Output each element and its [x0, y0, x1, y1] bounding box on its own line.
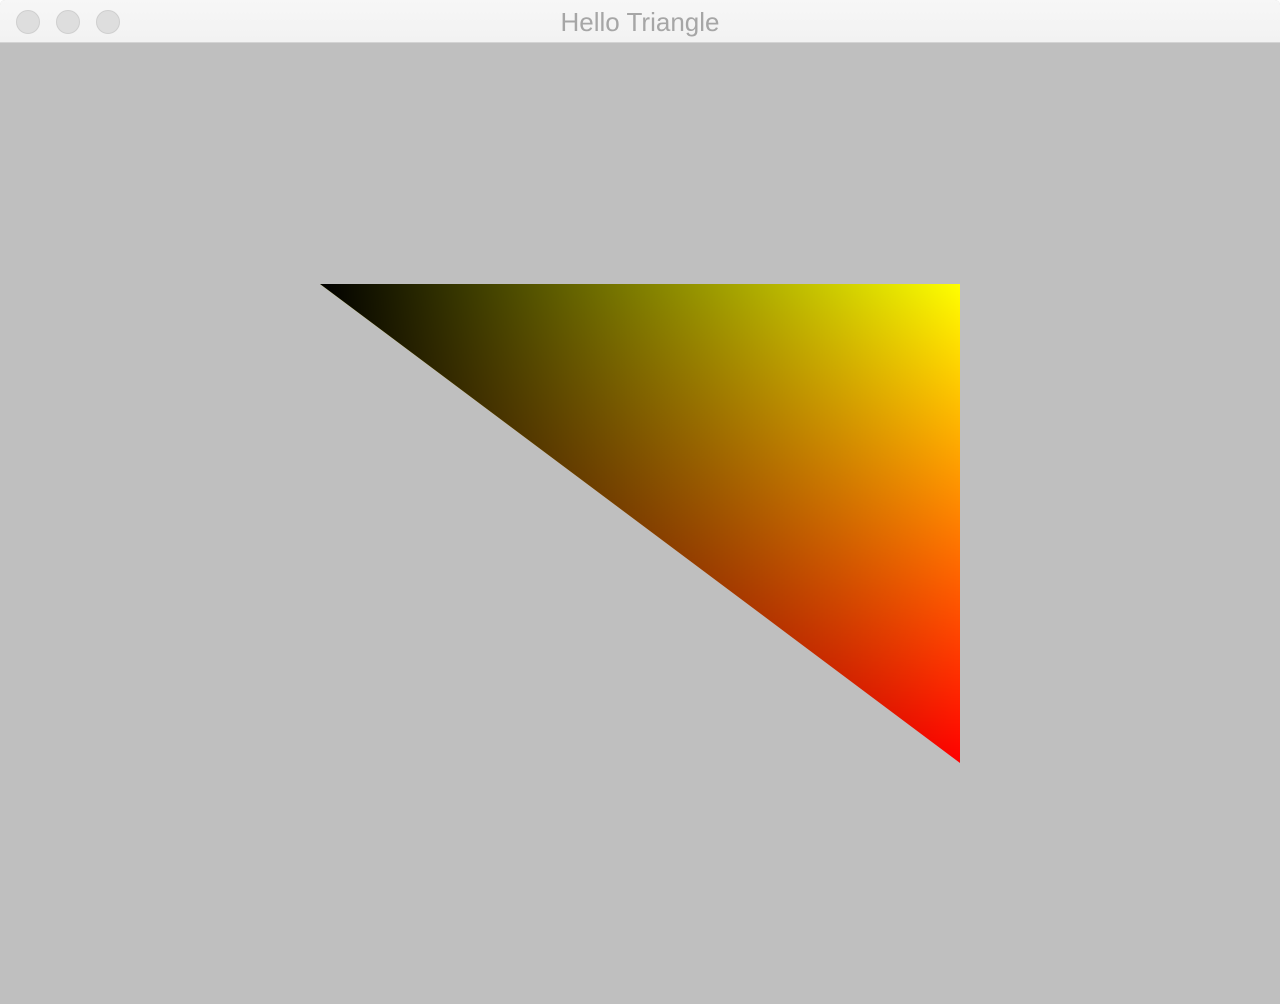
window-title: Hello Triangle	[560, 7, 720, 37]
title-bar[interactable]: Hello Triangle	[0, 0, 1280, 43]
app-window: Hello Triangle	[0, 0, 1280, 1004]
gradient-triangle-shading	[320, 284, 960, 763]
render-viewport	[0, 43, 1280, 1004]
triangle-canvas	[320, 284, 960, 763]
